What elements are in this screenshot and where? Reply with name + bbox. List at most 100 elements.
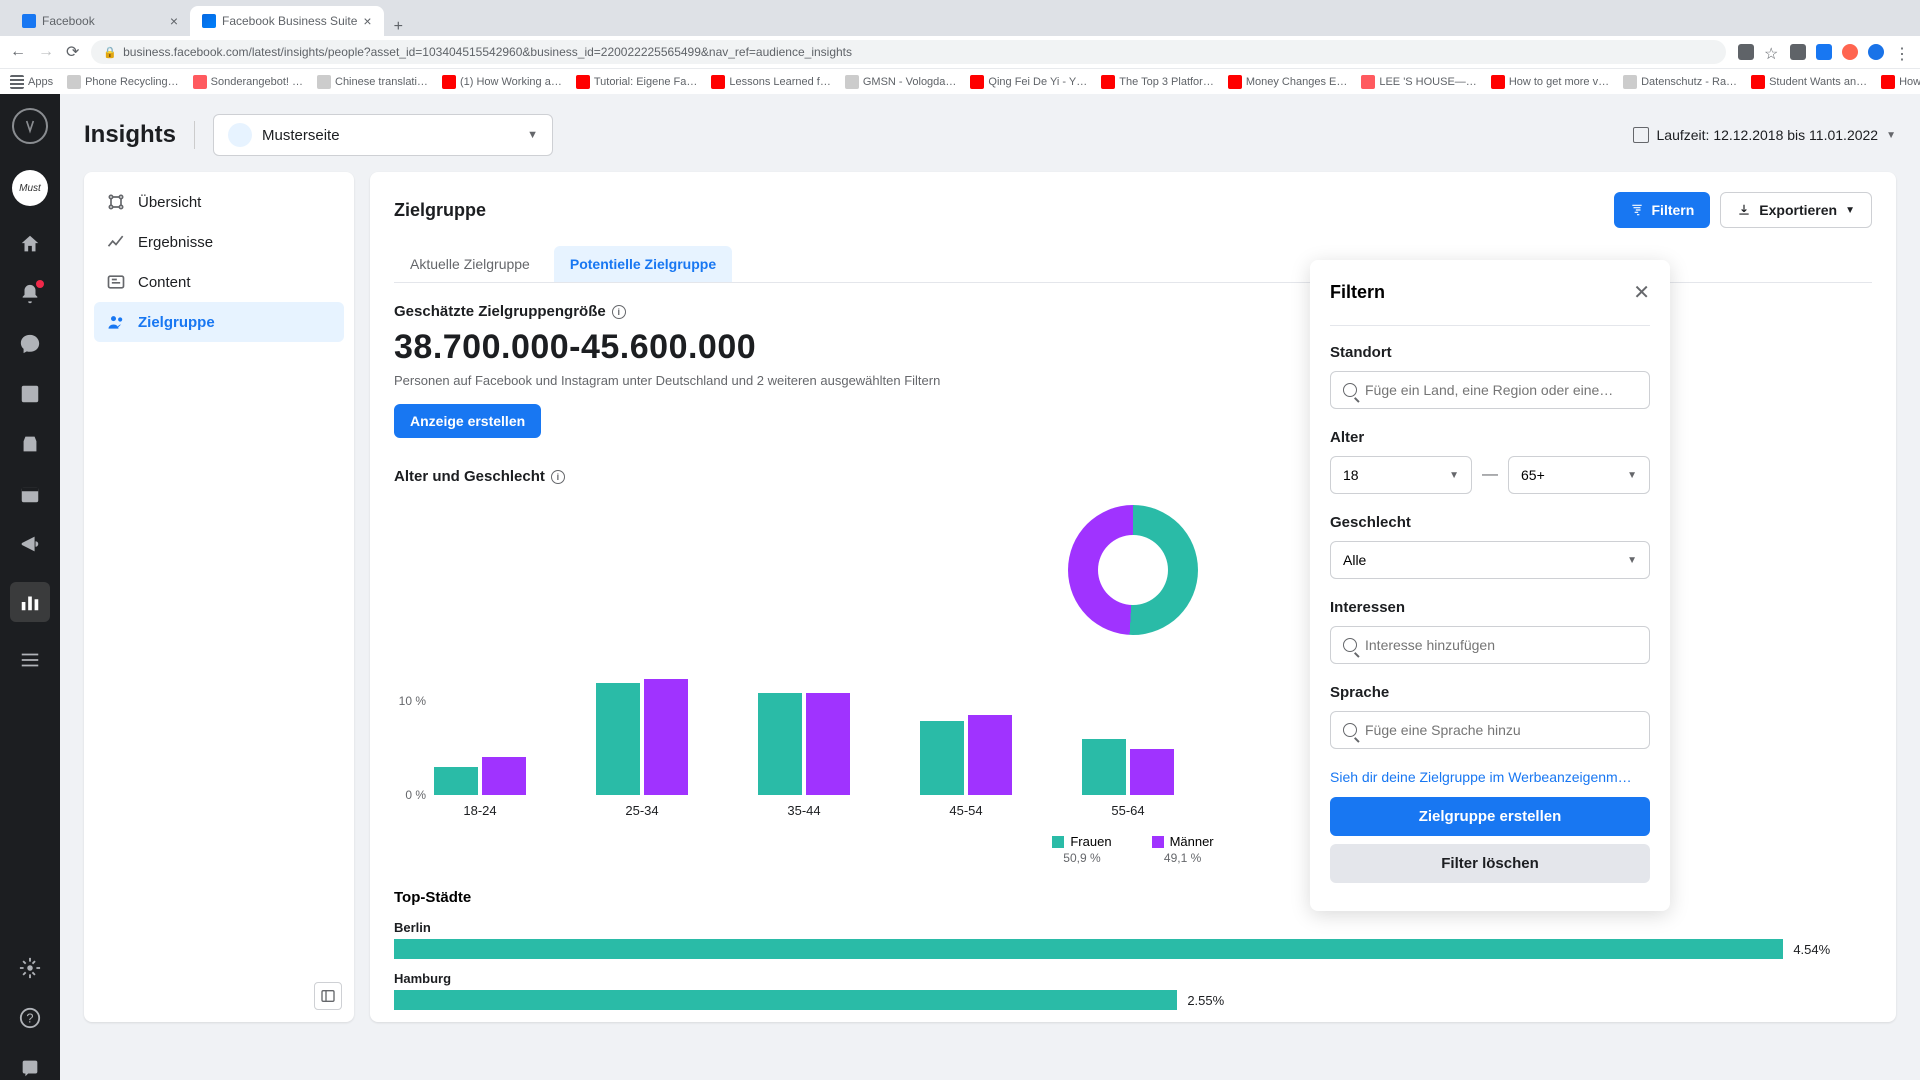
create-ad-button[interactable]: Anzeige erstellen (394, 404, 541, 438)
chevron-down-icon: ▼ (527, 129, 538, 141)
language-field[interactable] (1365, 722, 1637, 738)
commerce-icon[interactable] (18, 432, 42, 456)
bookmark-item[interactable]: Phone Recycling… (67, 75, 179, 89)
youtube-icon (1881, 75, 1895, 89)
bookmark-item[interactable]: Tutorial: Eigene Fa… (576, 75, 698, 89)
lock-icon: 🔒 (103, 46, 117, 59)
nav-content[interactable]: Content (94, 262, 344, 302)
content-icon (106, 272, 126, 292)
nav-results[interactable]: Ergebnisse (94, 222, 344, 262)
feedback-icon[interactable] (18, 1056, 42, 1080)
info-icon[interactable]: i (612, 305, 626, 319)
interests-input[interactable] (1330, 626, 1650, 664)
nav-label: Ergebnisse (138, 234, 213, 251)
new-tab-button[interactable]: + (384, 18, 413, 36)
bookmark-item[interactable]: Money Changes E… (1228, 75, 1348, 89)
back-icon[interactable]: ← (10, 43, 26, 61)
posts-icon[interactable] (18, 382, 42, 406)
city-name: Berlin (394, 920, 1872, 935)
bookmark-item[interactable]: Chinese translati… (317, 75, 428, 89)
x-tick: 18-24 (434, 803, 526, 818)
bookmark-item[interactable]: LEE 'S HOUSE—… (1361, 75, 1476, 89)
ads-icon[interactable] (18, 532, 42, 556)
site-icon (317, 75, 331, 89)
airbnb-icon (193, 75, 207, 89)
page-avatar[interactable]: Must (12, 170, 48, 206)
browser-tab[interactable]: Facebook × (10, 6, 190, 36)
city-name: Hamburg (394, 971, 1872, 986)
age-range-row: 18▼ — 65+▼ (1330, 456, 1650, 494)
clear-filter-button[interactable]: Filter löschen (1330, 844, 1650, 883)
bookmark-item[interactable]: How to get more v… (1491, 75, 1609, 89)
filter-button[interactable]: Filtern (1614, 192, 1711, 228)
apps-button[interactable]: Apps (10, 75, 53, 89)
tab-current-audience[interactable]: Aktuelle Zielgruppe (394, 246, 546, 282)
bar-men (644, 679, 688, 795)
language-input[interactable] (1330, 711, 1650, 749)
age-max-select[interactable]: 65+▼ (1508, 456, 1650, 494)
page-selector[interactable]: Musterseite ▼ (213, 114, 553, 156)
nav-audience[interactable]: Zielgruppe (94, 302, 344, 342)
search-icon (1343, 383, 1357, 397)
home-icon[interactable] (18, 232, 42, 256)
forward-icon[interactable]: → (38, 43, 54, 61)
gender-select[interactable]: Alle▼ (1330, 541, 1650, 579)
help-icon[interactable]: ? (18, 1006, 42, 1030)
bar-men (806, 693, 850, 795)
all-tools-icon[interactable] (18, 648, 42, 672)
chevron-down-icon: ▼ (1627, 555, 1637, 566)
search-icon (1343, 723, 1357, 737)
star-icon[interactable]: ☆ (1764, 44, 1780, 60)
export-button[interactable]: Exportieren▼ (1720, 192, 1872, 228)
filter-panel: Filtern ✕ Standort Alter 18▼ — 65+▼ Gesc… (1310, 260, 1670, 911)
close-icon[interactable]: ✕ (1633, 280, 1650, 305)
ads-manager-link[interactable]: Sieh dir deine Zielgruppe im Werbeanzeig… (1330, 769, 1650, 785)
page-icon (228, 123, 252, 147)
audience-icon (106, 312, 126, 332)
filter-panel-header: Filtern ✕ (1330, 280, 1650, 305)
tab-potential-audience[interactable]: Potentielle Zielgruppe (554, 246, 732, 282)
legend-women: Frauen50,9 % (1052, 834, 1111, 865)
info-icon[interactable]: i (551, 470, 565, 484)
bookmark-item[interactable]: Qing Fei De Yi - Y… (970, 75, 1087, 89)
reload-icon[interactable]: ⟳ (66, 42, 79, 62)
extension-icon[interactable] (1790, 44, 1806, 60)
calendar-icon[interactable] (18, 482, 42, 506)
address-bar: ← → ⟳ 🔒business.facebook.com/latest/insi… (0, 36, 1920, 68)
bookmark-item[interactable]: The Top 3 Platfor… (1101, 75, 1214, 89)
insights-icon[interactable] (10, 582, 50, 622)
bookmark-item[interactable]: GMSN - Vologda… (845, 75, 957, 89)
create-audience-button[interactable]: Zielgruppe erstellen (1330, 797, 1650, 836)
bookmark-item[interactable]: Datenschutz - Ra… (1623, 75, 1737, 89)
bookmark-item[interactable]: How To Add Acc… (1881, 75, 1920, 89)
url-field[interactable]: 🔒business.facebook.com/latest/insights/p… (91, 40, 1726, 64)
meta-logo-icon[interactable] (12, 108, 48, 144)
bookmark-item[interactable]: Student Wants an… (1751, 75, 1867, 89)
bookmark-item[interactable]: Lessons Learned f… (711, 75, 831, 89)
date-range-selector[interactable]: Laufzeit: 12.12.2018 bis 11.01.2022 ▼ (1633, 127, 1897, 143)
menu-icon[interactable]: ⋮ (1894, 44, 1910, 60)
search-icon (1343, 638, 1357, 652)
location-label: Standort (1330, 344, 1650, 361)
close-icon[interactable]: × (170, 13, 178, 29)
location-field[interactable] (1365, 382, 1637, 398)
age-min-select[interactable]: 18▼ (1330, 456, 1472, 494)
bar-group (434, 655, 526, 795)
settings-icon[interactable] (18, 956, 42, 980)
extension-icon[interactable] (1738, 44, 1754, 60)
bookmark-item[interactable]: (1) How Working a… (442, 75, 562, 89)
messages-icon[interactable] (18, 332, 42, 356)
close-icon[interactable]: × (363, 13, 371, 29)
tab-title: Facebook (42, 14, 95, 28)
extension-icon[interactable] (1868, 44, 1884, 60)
bell-icon[interactable] (18, 282, 42, 306)
collapse-sidebar-icon[interactable] (314, 982, 342, 1010)
extension-icon[interactable] (1842, 44, 1858, 60)
nav-label: Zielgruppe (138, 314, 215, 331)
bookmark-item[interactable]: Sonderangebot! … (193, 75, 303, 89)
interests-field[interactable] (1365, 637, 1637, 653)
extension-icon[interactable] (1816, 44, 1832, 60)
nav-overview[interactable]: Übersicht (94, 182, 344, 222)
location-input[interactable] (1330, 371, 1650, 409)
browser-tab[interactable]: Facebook Business Suite× (190, 6, 384, 36)
